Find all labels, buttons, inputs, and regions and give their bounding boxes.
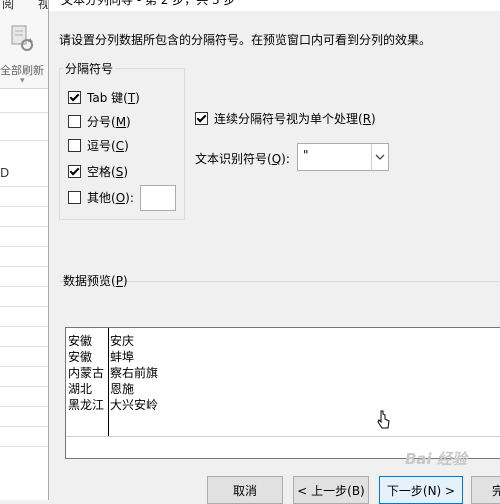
ribbon-tab-review[interactable]: 阅 (2, 0, 14, 12)
comma-label: 逗号(C) (87, 138, 129, 153)
text-import-wizard-dialog: 文本分列向导 - 第 2 步，共 3 步 请设置分列数据所包含的分隔符号。在预览… (48, 0, 500, 504)
space-checkbox-row[interactable]: 空格(S) (68, 163, 128, 179)
comma-checkbox[interactable] (68, 138, 81, 152)
separators-legend: 分隔符号 (63, 60, 116, 77)
preview-cell: 安徽 (68, 350, 93, 364)
treat-consecutive-checkbox[interactable] (195, 111, 208, 125)
space-checkbox[interactable] (68, 164, 81, 178)
separators-group: 分隔符号 Tab 键(T) 分号(M) 逗号(C) 空格(S) 其他(O): (59, 60, 185, 220)
other-checkbox-row[interactable]: 其他(O): (68, 189, 134, 205)
data-preview-label: 数据预览(P) (63, 274, 128, 288)
instruction-text: 请设置分列数据所包含的分隔符号。在预览窗口内可看到分列的效果。 (59, 33, 432, 47)
data-preview-box[interactable]: 安徽 安庆 安徽 蚌埠 内蒙古 察右前旗 湖北 恩施 黑龙江 大兴安岭 (65, 327, 500, 459)
semicolon-label: 分号(M) (87, 114, 131, 129)
semicolon-checkbox[interactable] (68, 114, 81, 128)
refresh-all-icon[interactable] (10, 24, 34, 52)
text-qualifier-value: " (303, 148, 309, 162)
mouse-cursor-icon (377, 410, 390, 429)
treat-consecutive-row[interactable]: 连续分隔符号视为单个处理(R) (195, 110, 376, 126)
text-qualifier-label: 文本识别符号(Q): (195, 152, 290, 166)
preview-cell: 安庆 (110, 334, 135, 348)
preview-cell: 大兴安岭 (110, 398, 159, 412)
other-label: 其他(O): (87, 190, 134, 205)
preview-cell: 安徽 (68, 334, 93, 348)
text-qualifier-select[interactable]: " (297, 143, 389, 171)
preview-cell: 察右前旗 (110, 366, 159, 380)
preview-cell: 黑龙江 (68, 398, 105, 412)
column-header-d[interactable]: D (0, 166, 9, 180)
dropdown-button[interactable] (371, 144, 388, 170)
other-checkbox[interactable] (68, 190, 81, 204)
tab-label: Tab 键(T) (87, 90, 140, 105)
preview-scrollbar[interactable] (66, 436, 500, 437)
treat-consecutive-label: 连续分隔符号视为单个处理(R) (214, 111, 376, 126)
tab-checkbox[interactable] (68, 90, 81, 104)
semicolon-checkbox-row[interactable]: 分号(M) (68, 113, 131, 129)
chevron-down-icon[interactable]: ▾ (20, 76, 25, 86)
preview-cell: 恩施 (110, 382, 135, 396)
title-bar[interactable]: 文本分列向导 - 第 2 步，共 3 步 (49, 0, 500, 11)
watermark: Bai 经验 (405, 450, 467, 468)
space-label: 空格(S) (87, 164, 128, 179)
dialog-title: 文本分列向导 - 第 2 步，共 3 步 (61, 0, 236, 7)
preview-cell: 湖北 (68, 382, 93, 396)
column-divider[interactable] (108, 328, 109, 436)
chevron-down-icon (375, 154, 385, 160)
preview-cell: 蚌埠 (110, 350, 135, 364)
preview-cell: 内蒙古 (68, 366, 105, 380)
comma-checkbox-row[interactable]: 逗号(C) (68, 137, 129, 153)
tab-checkbox-row[interactable]: Tab 键(T) (68, 89, 140, 105)
other-separator-input[interactable] (140, 185, 176, 211)
